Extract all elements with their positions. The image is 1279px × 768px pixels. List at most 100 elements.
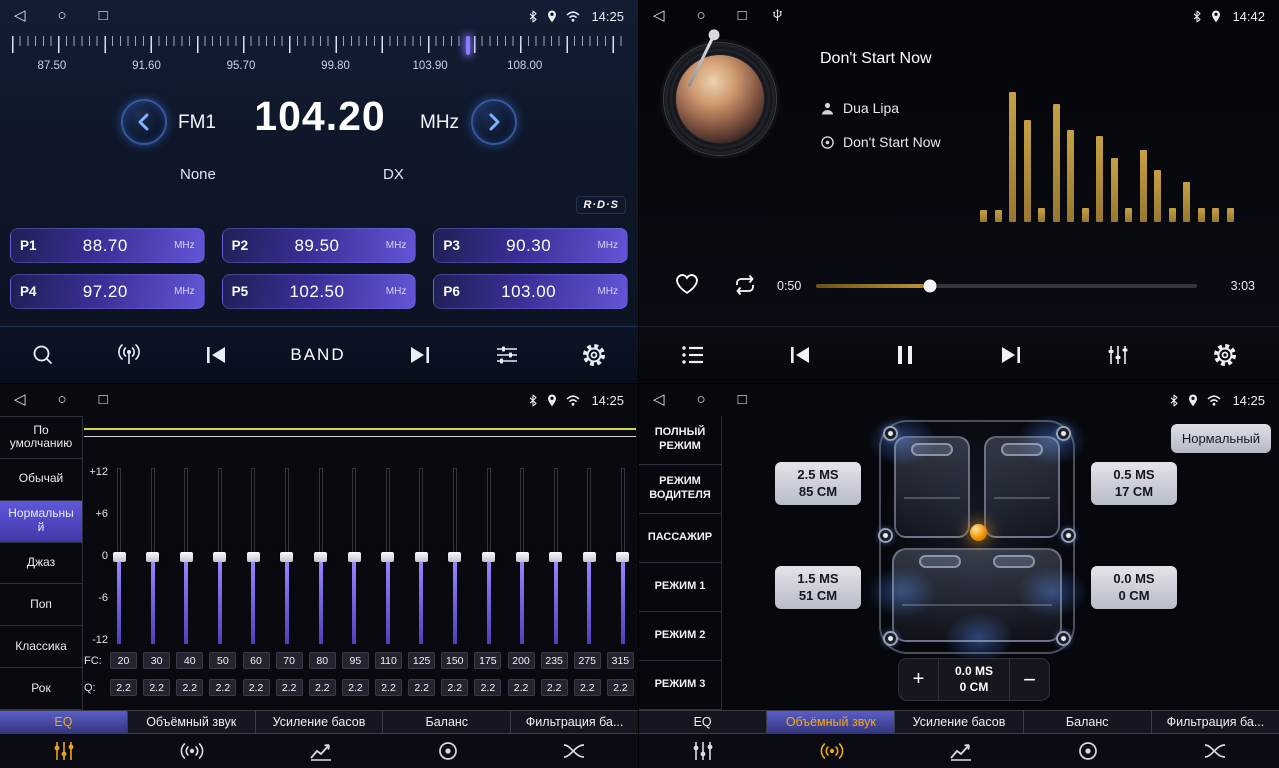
decrease-delay-button[interactable]: − xyxy=(1009,659,1049,700)
eq-preset-classic[interactable]: Классика xyxy=(0,626,82,668)
preset-button-6[interactable]: P6103.00MHz xyxy=(433,274,628,309)
slider-handle[interactable] xyxy=(247,552,260,562)
mode-3[interactable]: РЕЖИМ 3 xyxy=(639,661,721,710)
delay-front-right[interactable]: 0.5 MS17 CM xyxy=(1091,462,1177,505)
slider-handle[interactable] xyxy=(180,552,193,562)
back-icon[interactable]: ◁ xyxy=(653,384,665,416)
q-value[interactable]: 2.2 xyxy=(574,679,601,696)
delay-rear-right[interactable]: 0.0 MS0 CM xyxy=(1091,566,1177,609)
antenna-button[interactable] xyxy=(116,343,142,367)
q-value[interactable]: 2.2 xyxy=(541,679,568,696)
mode-driver[interactable]: РЕЖИМ ВОДИТЕЛЯ xyxy=(639,465,721,514)
repeat-button[interactable] xyxy=(731,274,759,299)
preset-button-1[interactable]: P188.70MHz xyxy=(10,228,205,263)
fc-value[interactable]: 95 xyxy=(342,652,369,669)
settings-gear-button[interactable] xyxy=(1212,342,1238,368)
fc-value[interactable]: 110 xyxy=(375,652,402,669)
q-value[interactable]: 2.2 xyxy=(375,679,402,696)
eq-preset-normal[interactable]: Нормальный xyxy=(0,501,82,543)
slider-handle[interactable] xyxy=(314,552,327,562)
back-icon[interactable]: ◁ xyxy=(14,0,26,32)
home-icon[interactable]: ○ xyxy=(58,384,67,416)
fc-value[interactable]: 40 xyxy=(176,652,203,669)
fc-value[interactable]: 80 xyxy=(309,652,336,669)
tune-down-button[interactable] xyxy=(121,99,167,145)
mode-full[interactable]: ПОЛНЫЙ РЕЖИМ xyxy=(639,416,721,465)
fc-value[interactable]: 60 xyxy=(243,652,270,669)
filter-crossover-icon[interactable] xyxy=(1203,741,1227,761)
slider-handle[interactable] xyxy=(549,552,562,562)
fc-value[interactable]: 70 xyxy=(276,652,303,669)
mode-1[interactable]: РЕЖИМ 1 xyxy=(639,563,721,612)
slider-handle[interactable] xyxy=(280,552,293,562)
listening-position-marker[interactable] xyxy=(970,524,987,541)
q-value[interactable]: 2.2 xyxy=(607,679,634,696)
recents-icon[interactable]: □ xyxy=(738,384,747,416)
slider-handle[interactable] xyxy=(616,552,629,562)
playlist-button[interactable] xyxy=(680,344,706,366)
slider-handle[interactable] xyxy=(213,552,226,562)
balance-icon[interactable] xyxy=(1077,740,1099,762)
bass-boost-icon[interactable] xyxy=(309,741,333,761)
q-value[interactable]: 2.2 xyxy=(408,679,435,696)
progress-bar[interactable] xyxy=(816,284,1197,288)
tune-up-button[interactable] xyxy=(471,99,517,145)
slider-handle[interactable] xyxy=(113,552,126,562)
tab-eq[interactable]: EQ xyxy=(0,711,128,733)
favorite-button[interactable] xyxy=(673,271,701,299)
eq-band-slider[interactable] xyxy=(482,468,496,644)
eq-band-slider[interactable] xyxy=(381,468,395,644)
frequency-dial[interactable]: 87.50 91.60 95.70 99.80 103.90 108.00 xyxy=(12,36,626,80)
tab-surround[interactable]: Объёмный звук xyxy=(128,711,256,733)
fc-value[interactable]: 315 xyxy=(607,652,634,669)
fc-value[interactable]: 275 xyxy=(574,652,601,669)
eq-band-slider[interactable] xyxy=(414,468,428,644)
slider-handle[interactable] xyxy=(348,552,361,562)
eq-band-slider[interactable] xyxy=(112,468,126,644)
increase-delay-button[interactable]: + xyxy=(899,659,939,700)
q-value[interactable]: 2.2 xyxy=(209,679,236,696)
tab-filter[interactable]: Фильтрация ба... xyxy=(1152,711,1279,733)
slider-handle[interactable] xyxy=(415,552,428,562)
fc-value[interactable]: 235 xyxy=(541,652,568,669)
filter-crossover-icon[interactable] xyxy=(562,741,586,761)
preset-button-5[interactable]: P5102.50MHz xyxy=(222,274,417,309)
recents-icon[interactable]: □ xyxy=(99,384,108,416)
eq-preset-pop[interactable]: Поп xyxy=(0,584,82,626)
slider-handle[interactable] xyxy=(146,552,159,562)
recents-icon[interactable]: □ xyxy=(99,0,108,32)
delay-rear-left[interactable]: 1.5 MS51 CM xyxy=(775,566,861,609)
eq-band-slider[interactable] xyxy=(616,468,630,644)
recents-icon[interactable]: □ xyxy=(738,0,747,32)
eq-mixer-icon[interactable] xyxy=(52,740,76,762)
eq-band-slider[interactable] xyxy=(347,468,361,644)
balance-icon[interactable] xyxy=(437,740,459,762)
q-value[interactable]: 2.2 xyxy=(276,679,303,696)
previous-track-button[interactable] xyxy=(787,343,813,367)
eq-band-slider[interactable] xyxy=(549,468,563,644)
audio-settings-button[interactable] xyxy=(494,343,520,367)
tab-balance[interactable]: Баланс xyxy=(383,711,511,733)
tab-eq[interactable]: EQ xyxy=(639,711,767,733)
previous-station-button[interactable] xyxy=(203,343,229,367)
delay-front-left[interactable]: 2.5 MS85 CM xyxy=(775,462,861,505)
next-track-button[interactable] xyxy=(998,343,1024,367)
surround-sound-icon[interactable] xyxy=(819,741,845,761)
eq-band-slider[interactable] xyxy=(246,468,260,644)
eq-preset-rock[interactable]: Рок xyxy=(0,668,82,710)
settings-gear-button[interactable] xyxy=(581,342,607,368)
back-icon[interactable]: ◁ xyxy=(14,384,26,416)
slider-handle[interactable] xyxy=(381,552,394,562)
slider-handle[interactable] xyxy=(448,552,461,562)
surround-sound-icon[interactable] xyxy=(179,741,205,761)
home-icon[interactable]: ○ xyxy=(697,0,706,32)
preset-button-2[interactable]: P289.50MHz xyxy=(222,228,417,263)
back-icon[interactable]: ◁ xyxy=(653,0,665,32)
q-value[interactable]: 2.2 xyxy=(508,679,535,696)
fc-value[interactable]: 150 xyxy=(441,652,468,669)
slider-handle[interactable] xyxy=(482,552,495,562)
q-value[interactable]: 2.2 xyxy=(243,679,270,696)
fc-value[interactable]: 200 xyxy=(508,652,535,669)
q-value[interactable]: 2.2 xyxy=(309,679,336,696)
q-value[interactable]: 2.2 xyxy=(143,679,170,696)
